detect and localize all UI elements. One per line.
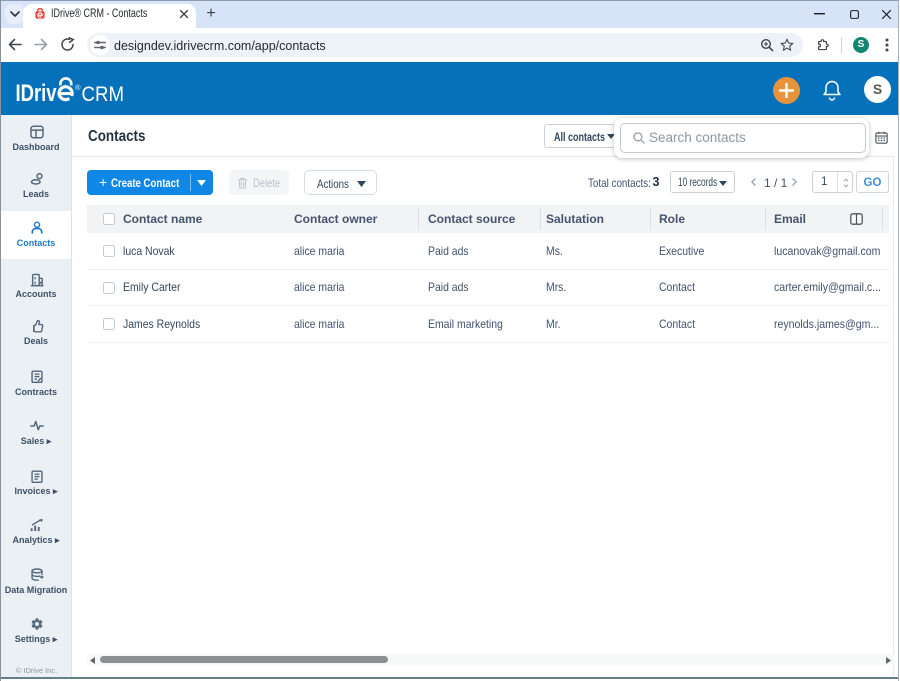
svg-text:®: ® xyxy=(75,83,81,92)
svg-text:CRM: CRM xyxy=(82,82,125,105)
svg-text:IDriv: IDriv xyxy=(16,80,57,105)
